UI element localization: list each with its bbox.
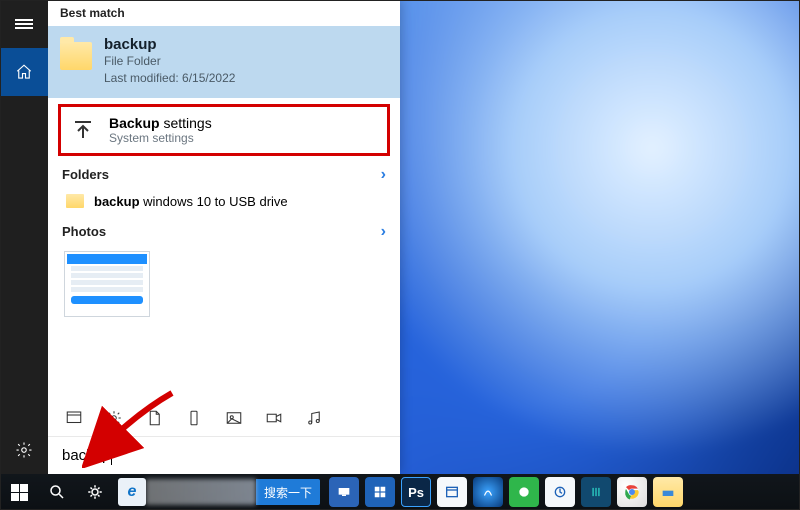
chevron-right-icon: › xyxy=(381,166,386,184)
hamburger-button[interactable] xyxy=(0,0,48,48)
photo-thumbnail[interactable] xyxy=(64,251,150,317)
taskbar-file-explorer[interactable] xyxy=(653,477,683,507)
search-input[interactable]: backup xyxy=(48,436,400,474)
folder-result[interactable]: backup windows 10 to USB drive xyxy=(48,190,400,217)
taskbar-app-7[interactable] xyxy=(545,477,575,507)
best-match-title: backup xyxy=(104,36,235,53)
taskbar-app-2[interactable] xyxy=(365,477,395,507)
backup-settings-sub: System settings xyxy=(109,131,212,145)
filter-music-icon[interactable] xyxy=(304,408,324,428)
filter-settings-icon[interactable] xyxy=(104,408,124,428)
best-match-modified: Last modified: 6/15/2022 xyxy=(104,70,235,87)
backup-settings-result[interactable]: Backup settings System settings xyxy=(58,104,390,156)
home-button[interactable] xyxy=(0,48,48,96)
folders-category[interactable]: Folders › xyxy=(48,160,400,190)
settings-button[interactable] xyxy=(0,426,48,474)
taskbar-search-button[interactable] xyxy=(38,474,76,510)
best-match-label: Best match xyxy=(48,0,400,26)
task-view-icon xyxy=(86,483,104,501)
gear-icon xyxy=(15,441,33,459)
taskbar-chrome[interactable] xyxy=(617,477,647,507)
search-panel: Best match backup File Folder Last modif… xyxy=(0,0,400,474)
filter-video-icon[interactable] xyxy=(264,408,284,428)
hamburger-icon xyxy=(15,17,33,31)
best-match-type: File Folder xyxy=(104,53,235,70)
search-content: Best match backup File Folder Last modif… xyxy=(48,0,400,474)
folders-label: Folders xyxy=(62,167,109,182)
filter-phone-icon[interactable] xyxy=(184,408,204,428)
windows-logo-icon xyxy=(11,484,28,501)
text-caret xyxy=(111,447,112,465)
taskbar-photoshop[interactable]: Ps xyxy=(401,477,431,507)
start-button[interactable] xyxy=(0,474,38,510)
ie-icon: e xyxy=(118,478,146,506)
folder-result-text: backup windows 10 to USB drive xyxy=(94,194,288,209)
filter-row xyxy=(48,400,400,436)
taskbar-app-5[interactable] xyxy=(473,477,503,507)
ie-address-group[interactable]: e 搜索一下 xyxy=(118,478,320,506)
filter-web-icon[interactable] xyxy=(64,408,84,428)
search-icon xyxy=(48,483,66,501)
best-match-result[interactable]: backup File Folder Last modified: 6/15/2… xyxy=(48,26,400,98)
taskbar-app-4[interactable] xyxy=(437,477,467,507)
task-view-button[interactable] xyxy=(76,474,114,510)
taskbar-app-8[interactable] xyxy=(581,477,611,507)
taskbar-app-6[interactable] xyxy=(509,477,539,507)
folder-icon xyxy=(60,42,92,70)
taskbar: e 搜索一下 Ps xyxy=(0,474,800,510)
photos-label: Photos xyxy=(62,224,106,239)
chevron-right-icon: › xyxy=(381,223,386,241)
home-icon xyxy=(15,63,33,81)
ie-address-blurred xyxy=(146,479,256,505)
folder-icon xyxy=(66,194,84,208)
search-query-text: backup xyxy=(62,447,110,464)
search-rail xyxy=(0,0,48,474)
backup-settings-title: Backup settings xyxy=(109,115,212,131)
taskbar-app-1[interactable] xyxy=(329,477,359,507)
ie-search-button[interactable]: 搜索一下 xyxy=(256,479,320,505)
filter-photos-icon[interactable] xyxy=(224,408,244,428)
photos-category[interactable]: Photos › xyxy=(48,217,400,247)
filter-documents-icon[interactable] xyxy=(144,408,164,428)
backup-arrow-icon xyxy=(69,116,97,144)
